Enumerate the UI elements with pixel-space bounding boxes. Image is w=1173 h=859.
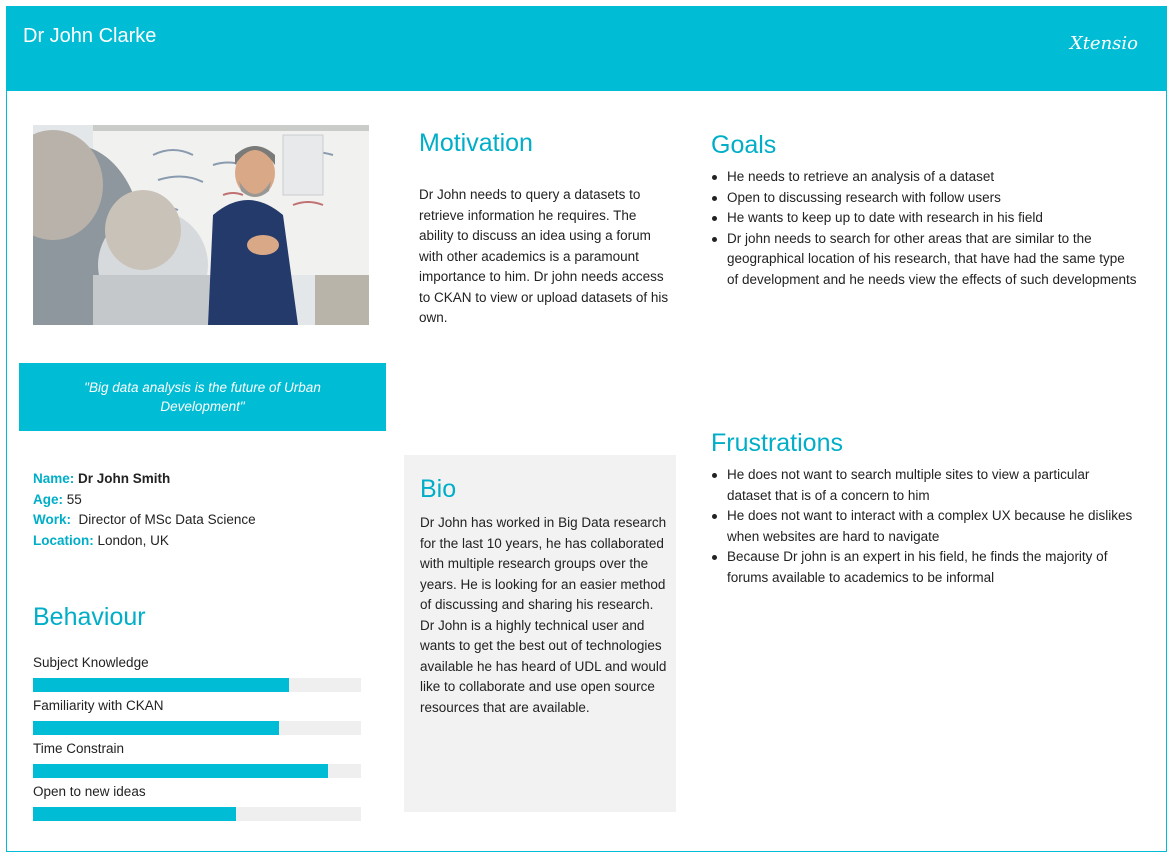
motivation-text: Dr John needs to query a datasets to ret…: [419, 187, 669, 325]
persona-quote: "Big data analysis is the future of Urba…: [19, 363, 386, 431]
behaviour-item: Open to new ideas: [33, 784, 361, 821]
header-bar: Dr John Clarke Xtensio: [7, 7, 1166, 91]
work-row: Work: Director of MSc Data Science: [33, 510, 256, 531]
motivation-title: Motivation: [419, 129, 533, 157]
brand-logo: Xtensio: [1069, 33, 1138, 54]
bio-text: Dr John has worked in Big Data research …: [420, 515, 667, 715]
age-row: Age: 55: [33, 490, 256, 511]
behaviour-track: [33, 764, 361, 778]
behaviour-fill: [33, 807, 237, 821]
name-row: Name: Dr John Smith: [33, 469, 256, 490]
frustration-item: He does not want to search multiple site…: [712, 465, 1137, 506]
behaviour-item: Time Constrain: [33, 741, 361, 778]
goals-list: He needs to retrieve an analysis of a da…: [707, 167, 1137, 290]
bio-title: Bio: [420, 475, 457, 503]
age-value: 55: [66, 491, 82, 507]
location-value: London, UK: [97, 532, 169, 548]
work-value: Director of MSc Data Science: [78, 512, 256, 527]
goal-item: Dr john needs to search for other areas …: [712, 229, 1137, 291]
frustration-item: Because Dr john is an expert in his fiel…: [712, 547, 1137, 588]
location-label: Location:: [33, 532, 94, 548]
behaviour-fill: [33, 764, 329, 778]
behaviour-label: Familiarity with CKAN: [33, 698, 164, 713]
goal-item: He needs to retrieve an analysis of a da…: [712, 167, 1137, 188]
name-value: Dr John Smith: [78, 471, 171, 486]
goal-item: Open to discussing research with follow …: [712, 188, 1137, 209]
frustration-item: He does not want to interact with a comp…: [712, 506, 1137, 547]
behaviour-label: Subject Knowledge: [33, 655, 149, 670]
behaviour-fill: [33, 721, 279, 735]
behaviour-track: [33, 721, 361, 735]
work-label: Work:: [33, 512, 72, 527]
behaviour-label: Time Constrain: [33, 741, 125, 756]
persona-card: Dr John Clarke Xtensio "Big data analysi…: [6, 6, 1167, 852]
location-row: Location: London, UK: [33, 531, 256, 552]
name-label: Name:: [33, 471, 75, 486]
bio-panel: Bio Dr John has worked in Big Data resea…: [404, 455, 676, 812]
persona-photo: [33, 125, 369, 325]
age-label: Age:: [33, 491, 63, 507]
behaviour-title: Behaviour: [33, 603, 146, 631]
persona-title: Dr John Clarke: [23, 25, 157, 47]
behaviour-label: Open to new ideas: [33, 784, 146, 799]
frustrations-title: Frustrations: [711, 429, 843, 457]
behaviour-track: [33, 678, 361, 692]
behaviour-item: Familiarity with CKAN: [33, 698, 361, 735]
goal-item: He wants to keep up to date with researc…: [712, 208, 1137, 229]
frustrations-list: He does not want to search multiple site…: [707, 465, 1137, 588]
behaviour-item: Subject Knowledge: [33, 655, 361, 692]
goals-title: Goals: [711, 131, 777, 159]
behaviour-track: [33, 807, 361, 821]
behaviour-fill: [33, 678, 289, 692]
persona-info: Name: Dr John Smith Age: 55 Work: Direct…: [33, 469, 256, 551]
